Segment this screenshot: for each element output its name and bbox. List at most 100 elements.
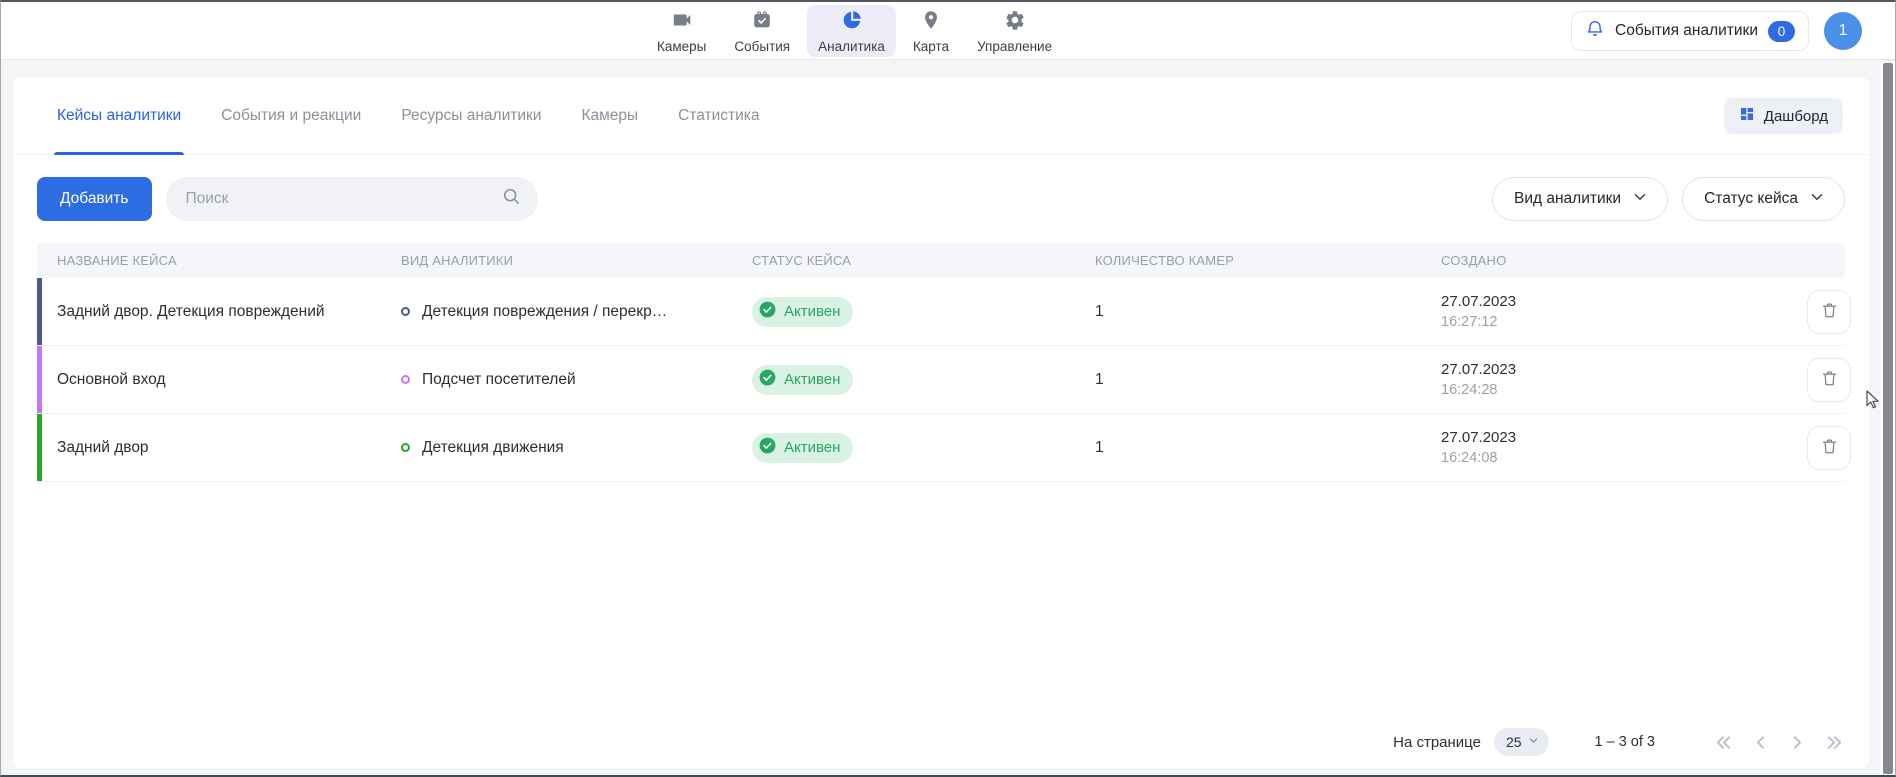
prev-page-button[interactable] — [1750, 732, 1771, 753]
nav-label: События — [734, 39, 790, 54]
created-time: 16:24:08 — [1441, 448, 1807, 468]
status-badge: Активен — [752, 433, 853, 463]
row-color-stripe — [37, 346, 42, 413]
next-page-button[interactable] — [1787, 732, 1808, 753]
created-date: 27.07.2023 — [1441, 292, 1807, 312]
analytics-events-label: События аналитики — [1615, 22, 1758, 40]
created-date: 27.07.2023 — [1441, 428, 1807, 448]
delete-case-button[interactable] — [1807, 358, 1851, 402]
tab-events-reactions[interactable]: События и реакции — [221, 77, 361, 154]
camera-count: 1 — [1095, 439, 1441, 457]
analytics-type-label: Детекция повреждения / перекр… — [422, 303, 691, 321]
analytics-events-button[interactable]: События аналитики 0 — [1571, 11, 1809, 51]
search-box — [166, 177, 538, 221]
status-badge: Активен — [752, 297, 853, 327]
case-name: Основной вход — [37, 371, 401, 389]
chevron-down-icon — [1808, 188, 1826, 211]
bell-icon — [1585, 19, 1605, 44]
delete-case-button[interactable] — [1807, 290, 1851, 334]
dashboard-grid-icon — [1739, 106, 1755, 126]
status-badge: Активен — [752, 365, 853, 395]
column-header-created: СОЗДАНО — [1441, 253, 1807, 268]
trash-icon — [1820, 301, 1839, 323]
tab-analytics-cases[interactable]: Кейсы аналитики — [57, 77, 181, 154]
nav-label: Аналитика — [818, 39, 885, 54]
check-circle-icon — [758, 300, 777, 323]
per-page-label: На странице — [1393, 734, 1481, 751]
per-page-select[interactable]: 25 — [1494, 728, 1549, 756]
created-cell: 27.07.2023 16:24:08 — [1441, 428, 1807, 468]
events-count-badge: 0 — [1768, 21, 1795, 42]
created-time: 16:27:12 — [1441, 312, 1807, 332]
pie-chart-icon — [841, 9, 863, 36]
chevron-right-icon — [1787, 741, 1808, 756]
dashboard-label: Дашборд — [1764, 108, 1828, 125]
nav-item-map[interactable]: Карта — [902, 5, 960, 57]
page-range: 1 – 3 of 3 — [1595, 734, 1655, 750]
tab-cameras[interactable]: Камеры — [581, 77, 638, 154]
chevron-down-icon — [1527, 734, 1540, 750]
topbar: Камеры События Аналитика Карта Управлени… — [1, 2, 1895, 60]
analytics-type-icon — [401, 307, 410, 316]
created-cell: 27.07.2023 16:27:12 — [1441, 292, 1807, 332]
avatar[interactable]: 1 — [1824, 12, 1862, 50]
table-row[interactable]: Основной вход Подсчет посетителей Активе… — [37, 346, 1845, 414]
per-page-value: 25 — [1506, 734, 1522, 750]
column-header-case-status: СТАТУС КЕЙСА — [752, 253, 1095, 268]
case-name: Задний двор — [37, 439, 401, 457]
case-status-filter[interactable]: Статус кейса — [1682, 177, 1845, 221]
analytics-type-filter[interactable]: Вид аналитики — [1492, 177, 1668, 221]
topbar-right: События аналитики 0 1 — [1571, 11, 1862, 51]
camera-count: 1 — [1095, 303, 1441, 321]
pagination: На странице 25 1 – 3 of 3 — [1393, 728, 1845, 756]
search-icon[interactable] — [501, 186, 522, 212]
column-header-analytics-type: ВИД АНАЛИТИКИ — [401, 253, 752, 268]
status-label: Активен — [784, 439, 840, 456]
camera-count: 1 — [1095, 371, 1441, 389]
filters: Вид аналитики Статус кейса — [1492, 177, 1845, 221]
trash-icon — [1820, 437, 1839, 459]
filter-label: Статус кейса — [1704, 190, 1798, 208]
column-header-case-name: НАЗВАНИЕ КЕЙСА — [37, 253, 401, 268]
row-color-stripe — [37, 278, 42, 345]
map-pin-icon — [920, 9, 942, 36]
tab-analytics-resources[interactable]: Ресурсы аналитики — [401, 77, 541, 154]
vertical-scrollbar[interactable] — [1880, 62, 1895, 775]
row-color-stripe — [37, 414, 42, 481]
tab-bar: Кейсы аналитики События и реакции Ресурс… — [13, 77, 1869, 155]
trash-icon — [1820, 369, 1839, 391]
status-label: Активен — [784, 303, 840, 320]
dashboard-button[interactable]: Дашборд — [1724, 98, 1843, 134]
analytics-type-label: Подсчет посетителей — [422, 371, 600, 389]
pager-controls — [1713, 732, 1845, 753]
nav-item-analytics[interactable]: Аналитика — [807, 5, 896, 57]
created-date: 27.07.2023 — [1441, 360, 1807, 380]
last-page-button[interactable] — [1824, 732, 1845, 753]
nav-item-management[interactable]: Управление — [966, 5, 1063, 57]
table-row[interactable]: Задний двор. Детекция повреждений Детекц… — [37, 278, 1845, 346]
analytics-type-label: Детекция движения — [422, 439, 588, 457]
delete-case-button[interactable] — [1807, 426, 1851, 470]
first-page-button[interactable] — [1713, 732, 1734, 753]
filter-label: Вид аналитики — [1514, 190, 1621, 208]
chevron-down-icon — [1631, 188, 1649, 211]
chevron-left-icon — [1750, 741, 1771, 756]
double-chevron-left-icon — [1713, 741, 1734, 756]
created-time: 16:24:28 — [1441, 380, 1807, 400]
toolbar: Добавить Вид аналитики Статус кейса — [13, 155, 1869, 221]
search-input[interactable] — [186, 190, 501, 208]
check-circle-icon — [758, 368, 777, 391]
scrollbar-thumb[interactable] — [1883, 63, 1893, 774]
add-case-button[interactable]: Добавить — [37, 177, 152, 221]
tab-statistics[interactable]: Статистика — [678, 77, 759, 154]
case-name: Задний двор. Детекция повреждений — [37, 303, 401, 321]
status-label: Активен — [784, 371, 840, 388]
check-circle-icon — [758, 436, 777, 459]
video-camera-icon — [671, 9, 693, 36]
nav-item-cameras[interactable]: Камеры — [646, 5, 717, 57]
table-row[interactable]: Задний двор Детекция движения Активен 1 … — [37, 414, 1845, 482]
nav-item-events[interactable]: События — [723, 5, 801, 57]
cases-table: НАЗВАНИЕ КЕЙСА ВИД АНАЛИТИКИ СТАТУС КЕЙС… — [37, 243, 1845, 482]
table-header: НАЗВАНИЕ КЕЙСА ВИД АНАЛИТИКИ СТАТУС КЕЙС… — [37, 243, 1845, 278]
events-calendar-icon — [751, 9, 773, 36]
